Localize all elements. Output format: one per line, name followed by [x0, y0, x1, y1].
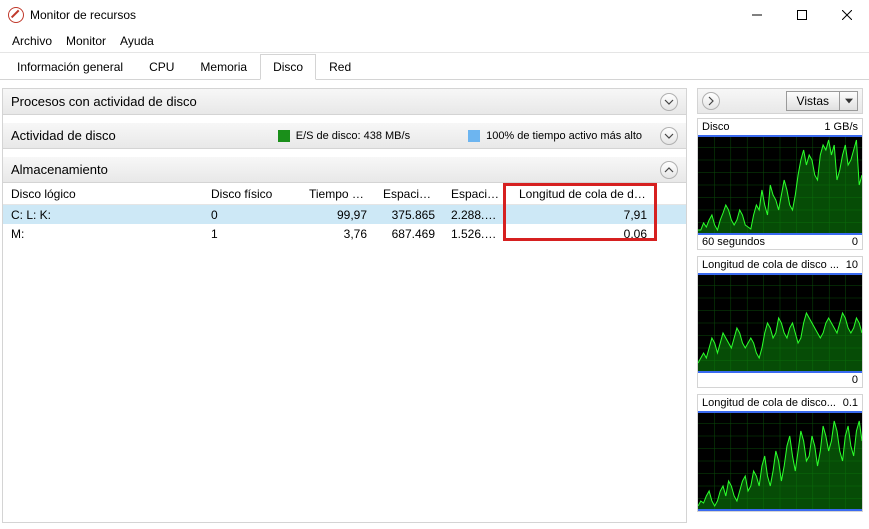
storage-table: Disco lógico Disco físico Tiempo d... Es… [3, 183, 686, 522]
table-header-row: Disco lógico Disco físico Tiempo d... Es… [3, 183, 686, 205]
chart-title: Longitud de cola de disco... [702, 397, 836, 409]
right-panel: Vistas Disco 1 GB/s 60 segundos 0 Longit… [697, 88, 863, 523]
chevron-up-icon[interactable] [660, 161, 678, 179]
active-time-badge-icon [468, 130, 480, 142]
tab-overview[interactable]: Información general [4, 54, 136, 80]
table-row[interactable]: M: 1 3,76 687.469 1.526.080 0,06 [3, 224, 686, 243]
app-icon [8, 7, 24, 23]
chart-max-label: 1 GB/s [824, 121, 858, 133]
menu-archivo[interactable]: Archivo [6, 32, 58, 50]
tab-disk[interactable]: Disco [260, 54, 316, 80]
tab-cpu[interactable]: CPU [136, 54, 187, 80]
chart-footer-left: 60 segundos [702, 236, 765, 248]
menu-ayuda[interactable]: Ayuda [114, 32, 160, 50]
chevron-down-icon[interactable] [660, 93, 678, 111]
chart-block: Disco 1 GB/s 60 segundos 0 [697, 118, 863, 250]
col-total[interactable]: Espacio t... [443, 184, 511, 204]
chart-title: Disco [702, 121, 730, 133]
tabs: Información general CPU Memoria Disco Re… [0, 53, 869, 80]
chart-title: Longitud de cola de disco ... [702, 259, 839, 271]
chart-footer-right: 0 [852, 374, 858, 386]
dropdown-icon[interactable] [839, 92, 857, 110]
chart-max-label: 0.1 [843, 397, 858, 409]
views-label: Vistas [787, 94, 839, 108]
chart-block: Longitud de cola de disco ... 10 0 [697, 256, 863, 388]
tab-network[interactable]: Red [316, 54, 364, 80]
section-processes-header[interactable]: Procesos con actividad de disco [3, 89, 686, 115]
active-time-label: 100% de tiempo activo más alto [486, 130, 642, 142]
chart-max-label: 10 [846, 259, 858, 271]
chart-canvas [698, 135, 862, 235]
col-time[interactable]: Tiempo d... [301, 184, 375, 204]
section-activity-header[interactable]: Actividad de disco E/S de disco: 438 MB/… [3, 123, 686, 149]
col-space[interactable]: Espacio ... [375, 184, 443, 204]
chart-footer-right: 0 [852, 236, 858, 248]
tab-memory[interactable]: Memoria [187, 54, 260, 80]
titlebar: Monitor de recursos [0, 0, 869, 30]
section-activity-title: Actividad de disco [11, 128, 116, 143]
maximize-button[interactable] [779, 0, 824, 30]
chart-block: Longitud de cola de disco... 0.1 [697, 394, 863, 512]
io-badge-icon [278, 130, 290, 142]
views-button[interactable]: Vistas [786, 91, 858, 111]
window-title: Monitor de recursos [30, 8, 136, 22]
minimize-button[interactable] [734, 0, 779, 30]
chart-canvas [698, 411, 862, 511]
menu-monitor[interactable]: Monitor [60, 32, 112, 50]
table-row[interactable]: C: L: K: 0 99,97 375.865 2.288.576 7,91 [3, 205, 686, 224]
close-button[interactable] [824, 0, 869, 30]
section-processes-title: Procesos con actividad de disco [11, 94, 197, 109]
left-panel: Procesos con actividad de disco Activida… [2, 88, 687, 523]
chart-canvas [698, 273, 862, 373]
chevron-right-icon[interactable] [702, 92, 720, 110]
menubar: Archivo Monitor Ayuda [0, 30, 869, 53]
chevron-down-icon[interactable] [660, 127, 678, 145]
col-queue[interactable]: Longitud de cola de disco [511, 184, 655, 204]
section-storage-title: Almacenamiento [11, 162, 108, 177]
section-storage-header[interactable]: Almacenamiento [3, 157, 686, 183]
col-logical[interactable]: Disco lógico [3, 184, 203, 204]
col-physical[interactable]: Disco físico [203, 184, 301, 204]
io-rate-label: E/S de disco: 438 MB/s [296, 130, 410, 142]
right-toolbar: Vistas [697, 88, 863, 114]
